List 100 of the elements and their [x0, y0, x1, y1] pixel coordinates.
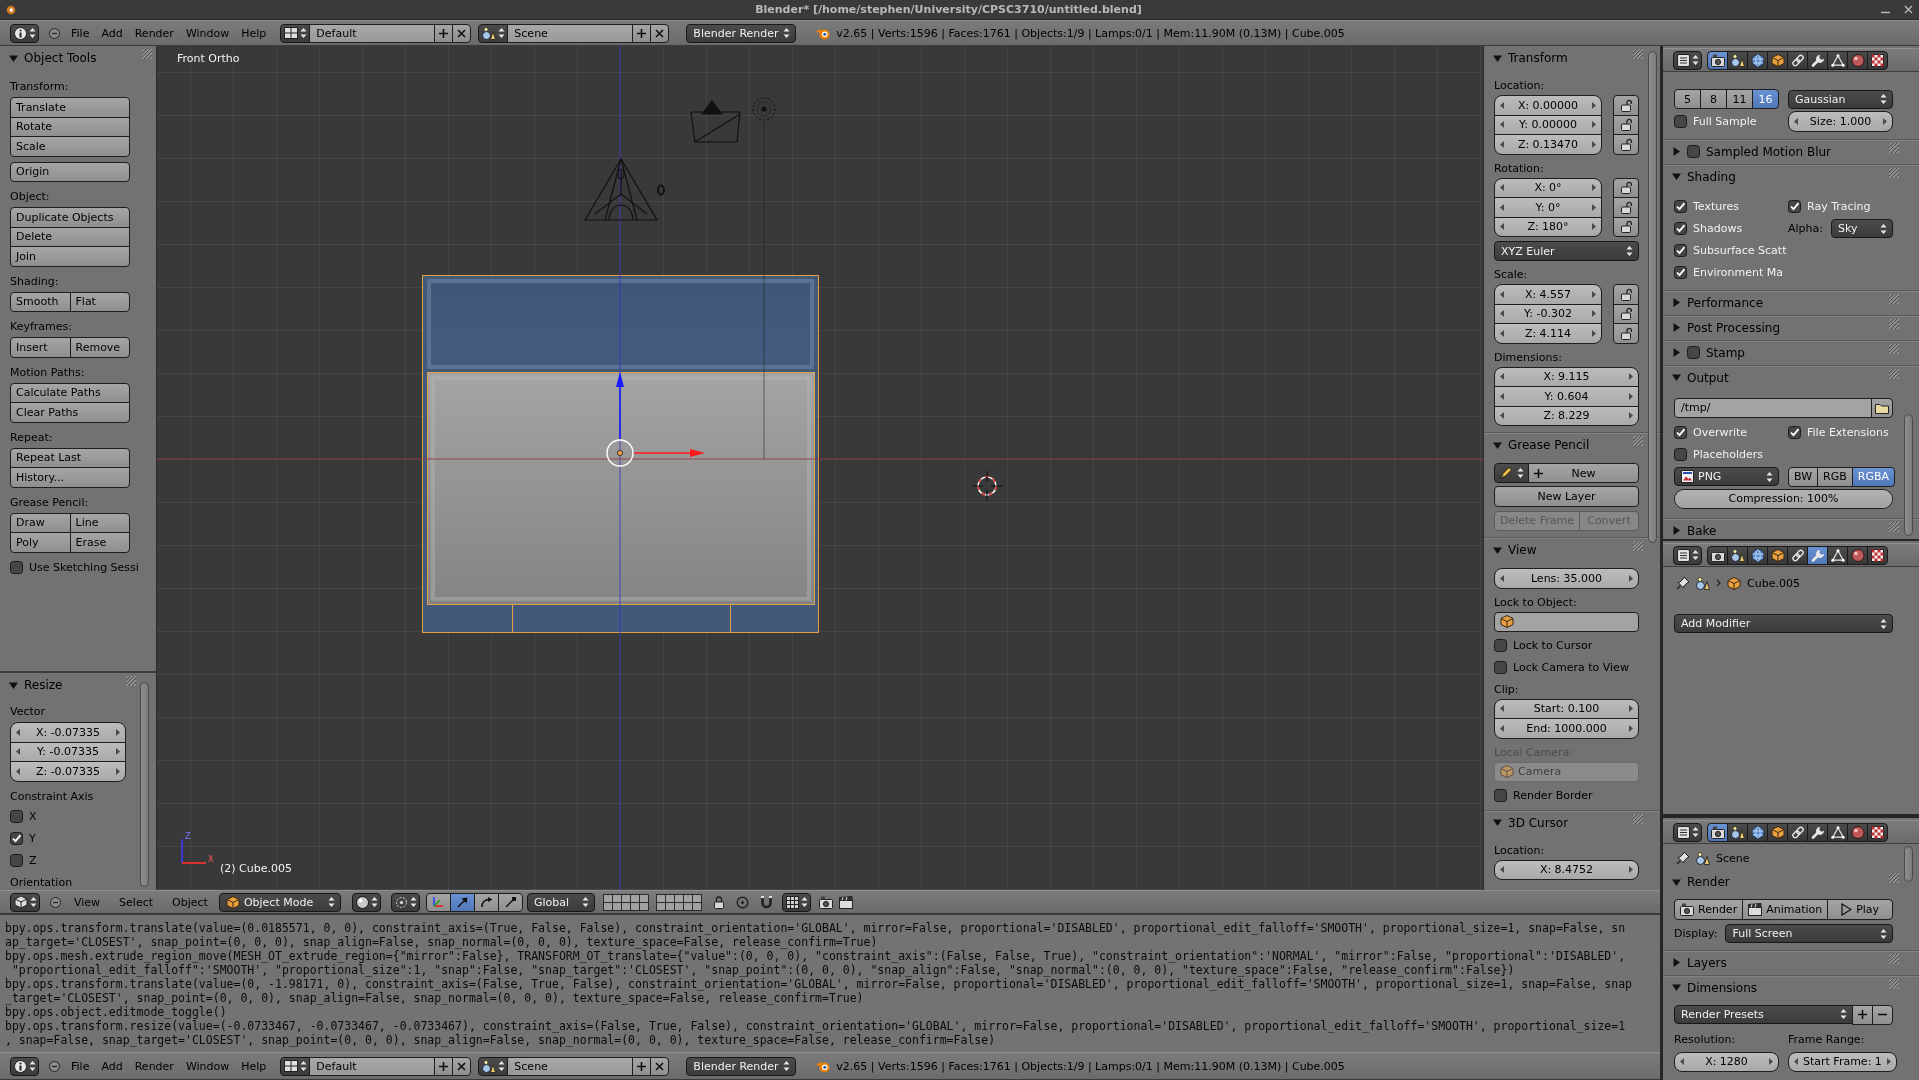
- menu-item[interactable]: Window: [185, 26, 230, 40]
- number-field[interactable]: Z: 4.114: [1494, 323, 1602, 344]
- number-field[interactable]: Size: 1.000: [1788, 111, 1893, 132]
- properties-tab[interactable]: [1807, 545, 1828, 565]
- disclosure-triangle-icon[interactable]: [1672, 298, 1681, 307]
- circle-minus-icon[interactable]: [49, 27, 60, 39]
- orientation-dropdown[interactable]: Global: [526, 892, 595, 912]
- disclosure-triangle-icon[interactable]: [1672, 877, 1681, 887]
- add-preset-button[interactable]: [1852, 1004, 1873, 1025]
- manipulator-button[interactable]: [425, 892, 451, 912]
- mode-dropdown[interactable]: Object Mode: [218, 892, 341, 912]
- browse-button[interactable]: [478, 1056, 509, 1076]
- checkbox[interactable]: [1674, 222, 1687, 235]
- checkbox[interactable]: [1674, 200, 1687, 213]
- panel-title[interactable]: Post Processing: [1687, 320, 1780, 335]
- properties-tab[interactable]: [1827, 545, 1848, 565]
- context-name[interactable]: Cube.005: [1747, 576, 1800, 590]
- camera-icon[interactable]: [818, 895, 833, 909]
- editor-type-button[interactable]: [1673, 822, 1702, 842]
- pin-icon[interactable]: [1676, 576, 1690, 590]
- dropdown[interactable]: PNG: [1674, 467, 1779, 486]
- properties-tab[interactable]: [1747, 50, 1768, 70]
- checkbox[interactable]: [10, 832, 23, 845]
- panel-title[interactable]: Sampled Motion Blur: [1706, 144, 1832, 159]
- disclosure-triangle-icon[interactable]: [1672, 958, 1681, 967]
- number-field[interactable]: Y: 0.604: [1494, 386, 1639, 407]
- tool-button[interactable]: Scale: [10, 136, 130, 157]
- menu-item[interactable]: Render: [134, 26, 174, 40]
- render-engine-dropdown[interactable]: Blender Render: [686, 1056, 797, 1076]
- properties-tab[interactable]: [1747, 822, 1768, 842]
- scrollbar[interactable]: [140, 682, 149, 887]
- number-field[interactable]: Y: 0°: [1494, 197, 1602, 218]
- properties-tab[interactable]: [1727, 50, 1748, 70]
- close-icon[interactable]: [1904, 5, 1913, 14]
- name-field[interactable]: Default: [309, 1056, 436, 1076]
- properties-tab[interactable]: [1747, 545, 1768, 565]
- slider[interactable]: Compression: 100%: [1674, 488, 1893, 509]
- name-field[interactable]: Default: [309, 23, 436, 43]
- name-field[interactable]: Scene: [507, 1056, 634, 1076]
- checkbox[interactable]: [1674, 114, 1687, 128]
- disclosure-triangle-icon[interactable]: [1493, 818, 1502, 827]
- properties-tab[interactable]: [1707, 822, 1728, 842]
- properties-tab[interactable]: [1827, 50, 1848, 70]
- disclosure-triangle-icon[interactable]: [1672, 348, 1681, 357]
- number-field[interactable]: Z: 180°: [1494, 216, 1602, 237]
- disclosure-triangle-icon[interactable]: [1672, 526, 1681, 535]
- tool-button[interactable]: Insert: [10, 337, 71, 358]
- tool-button[interactable]: Remove: [69, 337, 130, 358]
- tool-button[interactable]: History...: [10, 467, 130, 488]
- number-field[interactable]: X: -0.07335: [10, 722, 126, 743]
- editor-type-button[interactable]: [10, 23, 39, 43]
- checkbox[interactable]: [10, 810, 23, 823]
- tool-button[interactable]: Join: [10, 246, 130, 267]
- lock-button[interactable]: [1613, 323, 1639, 344]
- scale-tool-button[interactable]: [497, 892, 523, 912]
- checkbox[interactable]: [1687, 145, 1700, 158]
- disclosure-triangle-icon[interactable]: [1672, 323, 1681, 332]
- play-button[interactable]: Play: [1827, 899, 1893, 920]
- properties-tab[interactable]: [1807, 822, 1828, 842]
- number-field[interactable]: Start: 0.100: [1494, 698, 1639, 719]
- number-field[interactable]: X: 1280: [1674, 1051, 1779, 1072]
- delete-button[interactable]: [650, 1056, 670, 1076]
- panel-title[interactable]: Resize: [24, 678, 63, 692]
- browse-button[interactable]: [280, 1056, 311, 1076]
- properties-tab[interactable]: [1727, 545, 1748, 565]
- properties-tab[interactable]: [1847, 822, 1868, 842]
- scrollbar[interactable]: [1648, 51, 1657, 543]
- number-field[interactable]: X: 0°: [1494, 177, 1602, 198]
- checkbox[interactable]: [1674, 266, 1687, 279]
- checkbox[interactable]: [1788, 200, 1801, 213]
- checkbox[interactable]: [1687, 346, 1700, 359]
- add-button[interactable]: New: [1528, 463, 1639, 483]
- panel-title[interactable]: Performance: [1687, 295, 1764, 310]
- translate-tool-button[interactable]: [449, 892, 475, 912]
- tool-button[interactable]: Duplicate Objects: [10, 207, 130, 228]
- dropdown[interactable]: Gaussian: [1788, 89, 1893, 109]
- menu-item[interactable]: Help: [241, 26, 267, 40]
- toggle-button[interactable]: 11: [1726, 89, 1753, 109]
- tool-button[interactable]: Draw: [10, 512, 71, 533]
- panel-title[interactable]: View: [1508, 543, 1537, 557]
- number-field[interactable]: X: 9.115: [1494, 366, 1639, 387]
- add-button[interactable]: [632, 23, 652, 43]
- properties-tab[interactable]: [1807, 50, 1828, 70]
- path-field[interactable]: /tmp/: [1674, 397, 1872, 418]
- number-field[interactable]: Z: 0.13470: [1494, 134, 1602, 155]
- properties-tab[interactable]: [1867, 50, 1888, 70]
- disclosure-triangle-icon[interactable]: [1672, 172, 1681, 181]
- lock-button[interactable]: [1613, 134, 1639, 155]
- editor-type-button[interactable]: [10, 892, 40, 912]
- checkbox[interactable]: [1788, 426, 1801, 439]
- number-field[interactable]: X: 8.4752: [1494, 859, 1639, 880]
- disclosure-triangle-icon[interactable]: [1672, 983, 1681, 992]
- delete-button[interactable]: [452, 1056, 472, 1076]
- scrollbar[interactable]: [1904, 846, 1913, 882]
- editor-type-button[interactable]: [1673, 50, 1702, 70]
- animation-button[interactable]: Animation: [1742, 899, 1829, 920]
- editor-type-button[interactable]: [10, 1056, 39, 1076]
- number-field[interactable]: Lens: 35.000: [1494, 568, 1639, 589]
- panel-title[interactable]: Grease Pencil: [1508, 438, 1590, 452]
- properties-tab[interactable]: [1767, 50, 1788, 70]
